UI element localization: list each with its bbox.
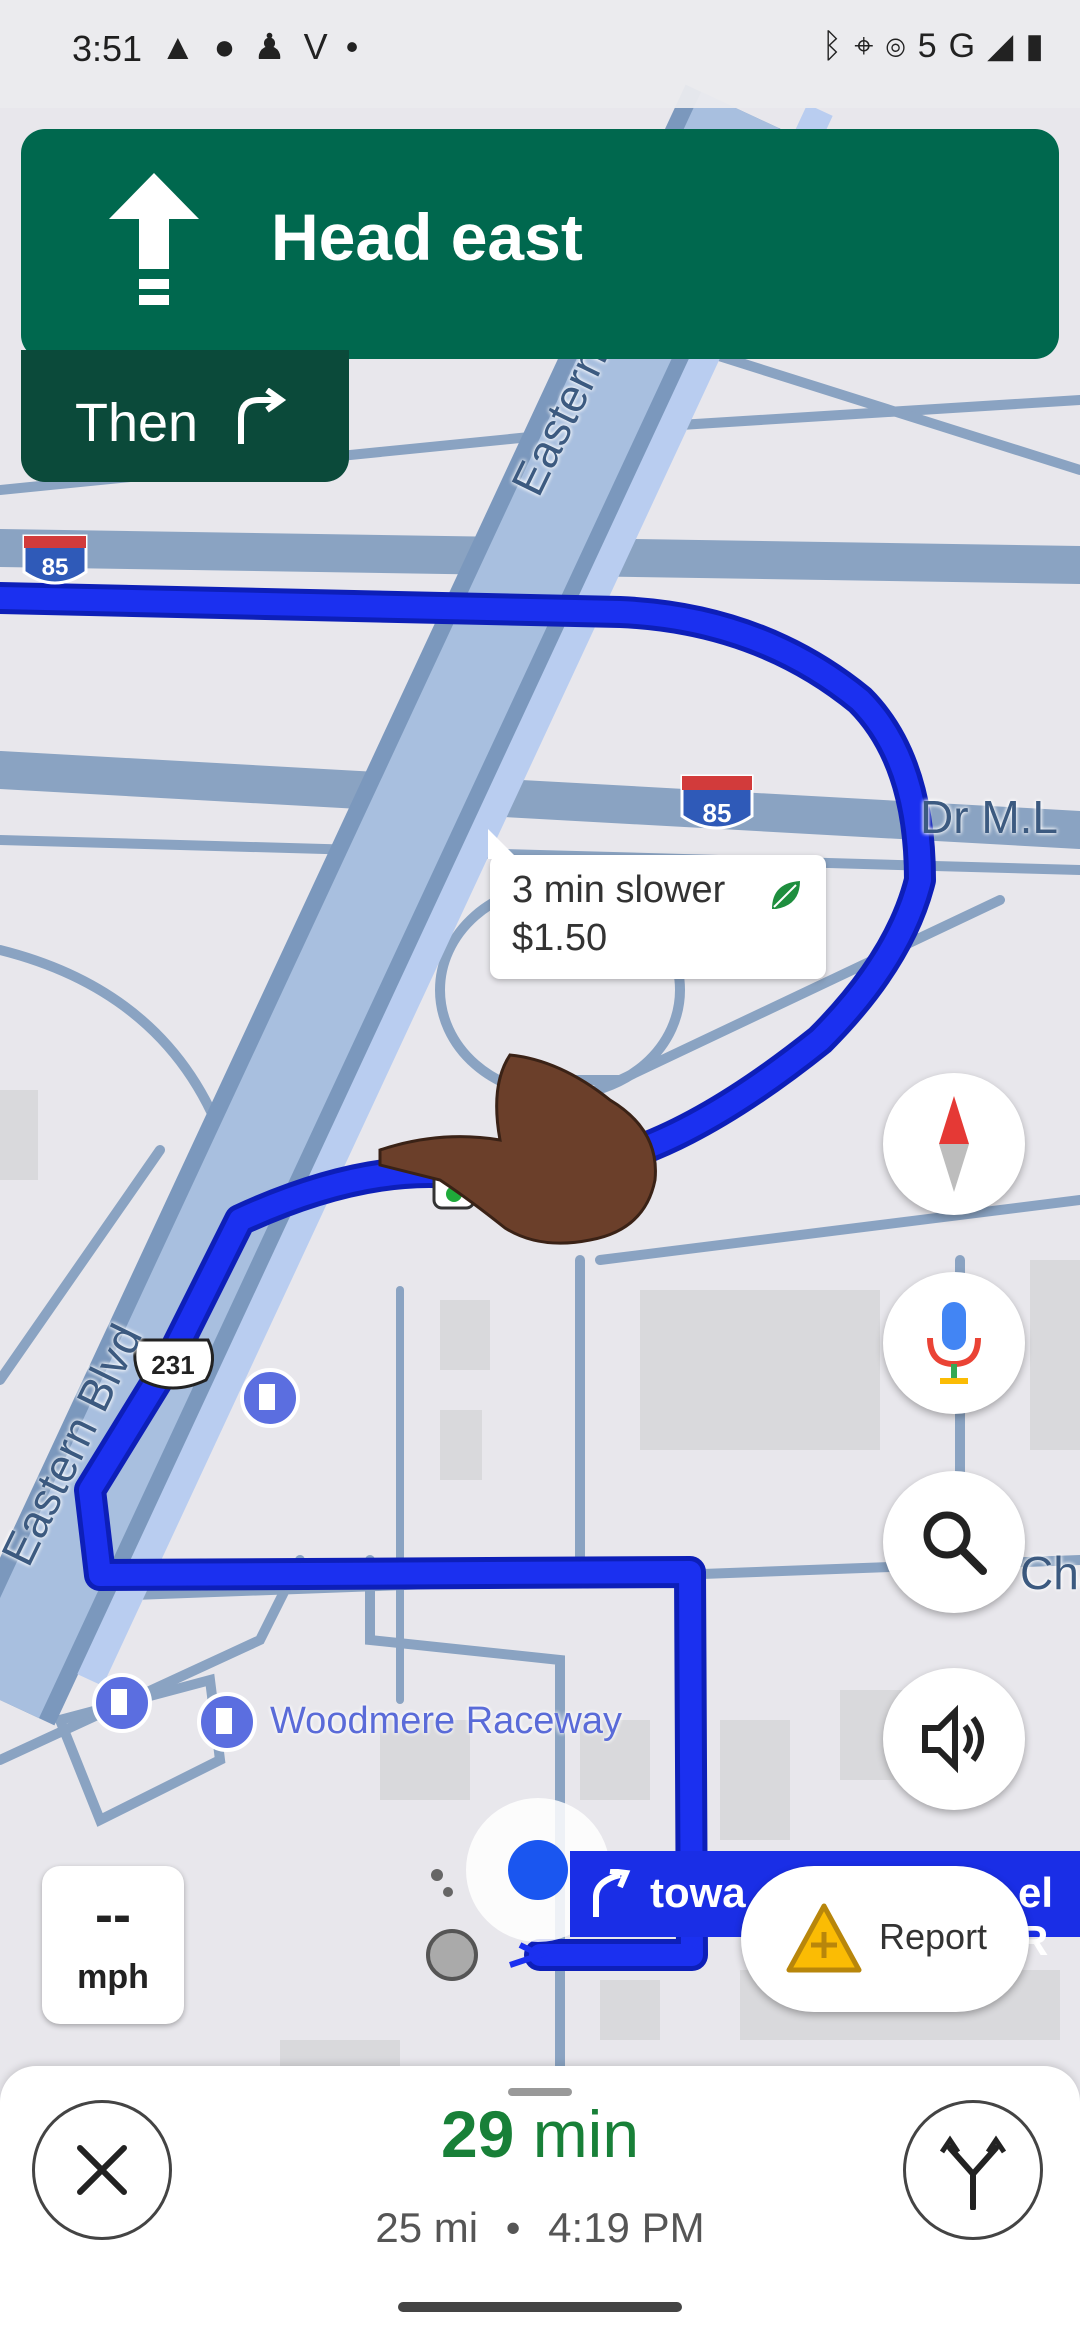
alternate-routes-button[interactable]	[903, 2100, 1043, 2240]
close-icon	[77, 2145, 127, 2195]
callout-tip	[488, 829, 518, 859]
bluetooth-icon: ᛒ	[821, 27, 855, 65]
road-label-dr-ml: Dr M.L	[920, 791, 1058, 843]
poi-label-woodmere-raceway[interactable]: Woodmere Raceway	[270, 1700, 622, 1743]
alt-route-toll: $1.50	[512, 917, 608, 959]
signal-icon: ◢	[987, 27, 1026, 65]
eco-leaf-icon	[772, 881, 800, 909]
trip-arrival-time: 4:19 PM	[548, 2204, 705, 2251]
interstate-85-shield-b: 85	[680, 774, 754, 830]
direction-instruction: Head east	[271, 200, 583, 274]
duration-value: 29	[440, 2097, 515, 2171]
turn-slight-right-icon	[593, 1869, 631, 1917]
alt-route-delay: 3 min slower	[512, 869, 726, 911]
alternate-route-callout[interactable]: 3 min slower $1.50	[488, 829, 826, 979]
interstate-85-shield-a: 85	[22, 534, 88, 585]
voice-search-button[interactable]	[883, 1272, 1025, 1414]
chat-icon: ●	[213, 26, 254, 67]
turn-right-arrow-icon	[238, 388, 287, 444]
speaker-icon	[922, 1704, 984, 1774]
svg-text:85: 85	[703, 798, 732, 828]
turn-banner-text: towa	[650, 1869, 746, 1916]
trip-distance: 25 mi	[375, 2204, 479, 2251]
dot-icon: •	[345, 26, 377, 67]
status-bar: 3:51 ▲●♟V• ᛒ⌖◎5G◢▮	[0, 0, 1080, 108]
gesture-home-bar[interactable]	[398, 2302, 682, 2312]
drag-handle[interactable]	[508, 2088, 572, 2096]
search-button[interactable]	[883, 1471, 1025, 1613]
road-label-cha: Cha	[1020, 1547, 1080, 1599]
gas-station-pin-a[interactable]	[240, 1368, 300, 1428]
report-incident-icon	[786, 1903, 862, 1973]
then-label: Then	[75, 393, 199, 453]
duration-unit: min	[532, 2097, 640, 2171]
network-label: 5G	[917, 27, 988, 65]
speedometer: -- mph	[42, 1866, 184, 2024]
compass-icon	[939, 1096, 969, 1192]
svg-text:85: 85	[42, 554, 69, 581]
svg-text:231: 231	[151, 1350, 194, 1380]
search-icon	[923, 1511, 987, 1575]
trip-separator: •	[505, 2204, 521, 2251]
gas-station-pin-b[interactable]	[92, 1673, 152, 1733]
status-notification-icons: ▲●♟V•	[160, 26, 376, 68]
status-system-icons: ᛒ⌖◎5G◢▮	[822, 26, 1056, 66]
snapchat-icon: ♟	[253, 26, 304, 67]
navigation-icon: ▲	[160, 26, 214, 67]
status-time: 3:51	[72, 28, 143, 69]
report-label: Report	[879, 1916, 988, 1957]
gas-station-pin-c[interactable]	[197, 1692, 257, 1752]
hotspot-icon: ◎	[885, 27, 918, 65]
direction-card[interactable]: Head east	[21, 129, 1059, 359]
fork-routes-icon	[939, 2135, 1007, 2210]
speed-unit: mph	[77, 1958, 149, 1996]
report-button[interactable]: Report	[741, 1866, 1029, 2012]
microphone-icon	[927, 1302, 981, 1384]
close-navigation-button[interactable]	[32, 2100, 172, 2240]
battery-icon: ▮	[1025, 27, 1056, 65]
compass-button[interactable]	[883, 1073, 1025, 1215]
speed-value: --	[95, 1885, 131, 1945]
venmo-icon: V	[303, 26, 346, 67]
then-card[interactable]: Then	[21, 350, 349, 482]
straight-arrow-icon	[109, 173, 199, 305]
location-icon: ⌖	[854, 27, 886, 65]
sound-button[interactable]	[883, 1668, 1025, 1810]
